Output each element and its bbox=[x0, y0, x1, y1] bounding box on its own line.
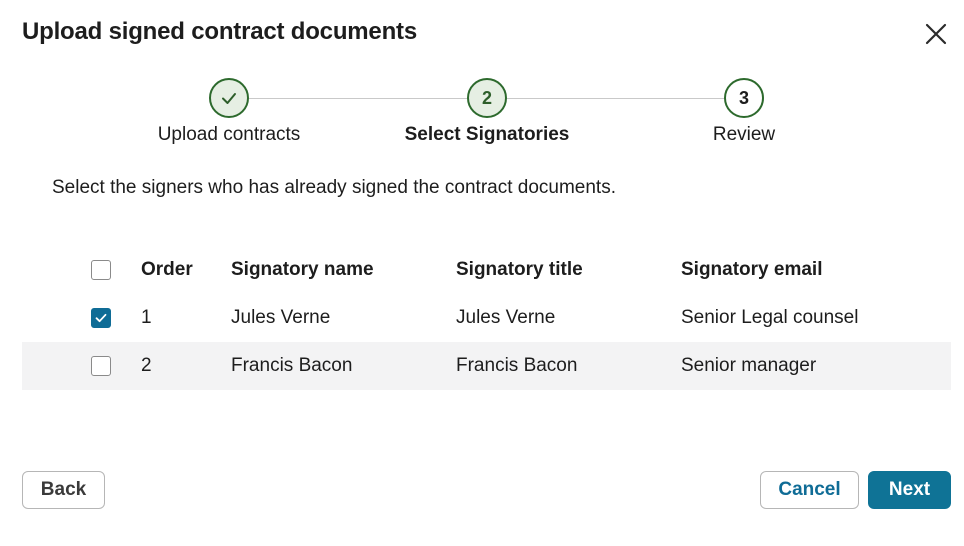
next-button[interactable]: Next bbox=[868, 471, 951, 509]
row-email: Senior Legal counsel bbox=[681, 307, 859, 328]
row-checkbox-unchecked[interactable] bbox=[91, 356, 111, 376]
step-3-indicator: 3 bbox=[724, 78, 764, 118]
back-button[interactable]: Back bbox=[22, 471, 105, 509]
step-3-label: Review bbox=[712, 124, 776, 145]
step-connector-1 bbox=[249, 98, 467, 99]
select-all-cell bbox=[91, 246, 111, 294]
row-order: 1 bbox=[141, 307, 152, 328]
row-name: Francis Bacon bbox=[231, 355, 353, 376]
check-icon bbox=[95, 313, 107, 323]
column-header-email: Signatory email bbox=[681, 259, 823, 280]
column-header-title: Signatory title bbox=[456, 259, 583, 280]
row-name: Jules Verne bbox=[231, 307, 331, 328]
table-header-row: Order Signatory name Signatory title Sig… bbox=[22, 246, 951, 294]
row-email: Senior manager bbox=[681, 355, 817, 376]
table-row[interactable]: 2 Francis Bacon Francis Bacon Senior man… bbox=[22, 342, 951, 390]
close-icon bbox=[925, 23, 947, 45]
step-2-indicator: 2 bbox=[467, 78, 507, 118]
row-title: Francis Bacon bbox=[456, 355, 578, 376]
step-1-label: Upload contracts bbox=[157, 124, 301, 145]
row-order: 2 bbox=[141, 355, 152, 376]
dialog-title: Upload signed contract documents bbox=[22, 18, 417, 45]
step-connector-2 bbox=[507, 98, 724, 99]
row-checkbox-checked[interactable] bbox=[91, 308, 111, 328]
step-2-label: Select Signatories bbox=[404, 124, 570, 145]
close-button[interactable] bbox=[922, 20, 950, 48]
row-title: Jules Verne bbox=[456, 307, 556, 328]
step-1-indicator bbox=[209, 78, 249, 118]
cancel-button[interactable]: Cancel bbox=[760, 471, 859, 509]
signatories-table: Order Signatory name Signatory title Sig… bbox=[22, 246, 951, 390]
select-all-checkbox[interactable] bbox=[91, 260, 111, 280]
row-checkbox-cell bbox=[91, 342, 111, 390]
check-icon bbox=[222, 93, 236, 104]
instruction-text: Select the signers who has already signe… bbox=[52, 177, 616, 198]
stepper: 2 3 Upload contracts Select Signatories … bbox=[0, 78, 964, 158]
column-header-order: Order bbox=[141, 259, 193, 280]
column-header-name: Signatory name bbox=[231, 259, 374, 280]
row-checkbox-cell bbox=[91, 294, 111, 342]
table-row[interactable]: 1 Jules Verne Jules Verne Senior Legal c… bbox=[22, 294, 951, 342]
